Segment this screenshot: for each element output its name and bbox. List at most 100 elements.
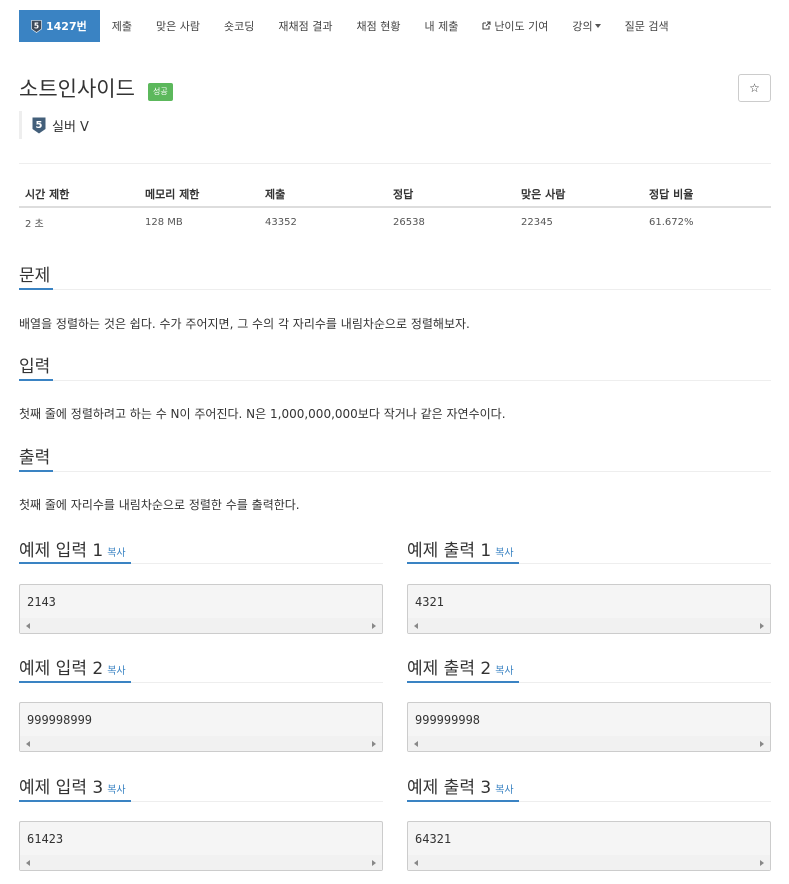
tab-difficulty-contribute[interactable]: 난이도 기여 <box>470 10 560 42</box>
problem-nav: 5 1427번 제출 맞은 사람 숏코딩 재채점 결과 채점 현황 내 제출 난… <box>19 10 681 42</box>
favorite-star-button[interactable]: ☆ <box>738 74 771 102</box>
problem-description: 배열을 정렬하는 것은 쉽다. 수가 주어지면, 그 수의 각 자리수를 내림차… <box>19 317 470 331</box>
header-divider <box>19 163 771 164</box>
output-section-underline <box>19 470 771 472</box>
input-section-underline <box>19 379 771 381</box>
copy-sample-input-1-button[interactable]: 복사 <box>107 548 125 559</box>
sample-output-1-underline <box>407 562 771 564</box>
tab-solved-users-label: 맞은 사람 <box>156 20 200 33</box>
tab-lecture-dropdown[interactable]: 강의 <box>560 10 612 42</box>
horizontal-scrollbar[interactable] <box>20 736 382 751</box>
sample-input-3-label: 예제 입력 3 <box>19 778 104 798</box>
tab-rejudge-results-label: 재채점 결과 <box>278 20 333 33</box>
scroll-left-icon[interactable] <box>26 741 30 747</box>
sample-output-3-title: 예제 출력 3 복사 <box>407 773 514 798</box>
horizontal-scrollbar[interactable] <box>20 855 382 870</box>
sample-input-3-box[interactable]: 61423 <box>19 821 383 871</box>
sample-output-3-code: 64321 <box>415 832 452 846</box>
copy-sample-input-3-button[interactable]: 복사 <box>107 785 125 796</box>
scroll-right-icon[interactable] <box>372 741 376 747</box>
problem-section-underline <box>19 288 771 290</box>
sample-output-2-box[interactable]: 999999998 <box>407 702 771 752</box>
tier-label: 실버 V <box>52 119 89 135</box>
sample-input-1-box[interactable]: 2143 <box>19 584 383 634</box>
sample-input-2-code: 999998999 <box>27 713 93 727</box>
tab-question-search-label: 질문 검색 <box>624 20 669 33</box>
tab-difficulty-contribute-label: 난이도 기여 <box>494 20 549 33</box>
header-memory-limit: 메모리 제한 <box>145 188 200 201</box>
scroll-right-icon[interactable] <box>372 623 376 629</box>
scroll-right-icon[interactable] <box>760 741 764 747</box>
silver-tier-icon: 5 <box>32 117 46 134</box>
tab-submit[interactable]: 제출 <box>100 10 144 42</box>
scroll-left-icon[interactable] <box>414 623 418 629</box>
scroll-left-icon[interactable] <box>414 860 418 866</box>
sample-output-3-label: 예제 출력 3 <box>407 778 492 798</box>
problem-info-table: 시간 제한 메모리 제한 제출 정답 맞은 사람 정답 비율 2 초 128 M… <box>19 182 771 236</box>
tab-my-submissions[interactable]: 내 제출 <box>412 10 470 42</box>
tab-short-coding-label: 숏코딩 <box>223 20 255 33</box>
header-solved-users: 맞은 사람 <box>521 188 566 201</box>
solved-users-value: 22345 <box>521 216 553 228</box>
star-icon: ☆ <box>749 81 760 95</box>
sample-output-1-box[interactable]: 4321 <box>407 584 771 634</box>
accept-ratio-value: 61.672% <box>649 216 694 228</box>
tab-problem-label: 1427번 <box>46 20 87 33</box>
sample-input-1-underline <box>19 562 383 564</box>
sample-output-2-underline <box>407 681 771 683</box>
horizontal-scrollbar[interactable] <box>20 618 382 633</box>
tab-rejudge-results[interactable]: 재채점 결과 <box>266 10 344 42</box>
scroll-right-icon[interactable] <box>760 860 764 866</box>
tab-question-search[interactable]: 질문 검색 <box>613 10 681 42</box>
sample-input-1-title: 예제 입력 1 복사 <box>19 536 126 561</box>
scroll-right-icon[interactable] <box>372 860 376 866</box>
copy-sample-output-2-button[interactable]: 복사 <box>495 666 513 677</box>
scroll-left-icon[interactable] <box>26 860 30 866</box>
header-submissions: 제출 <box>265 188 286 201</box>
sample-input-3-underline <box>19 800 383 802</box>
copy-sample-input-2-button[interactable]: 복사 <box>107 666 125 677</box>
horizontal-scrollbar[interactable] <box>408 618 770 633</box>
tab-problem[interactable]: 5 1427번 <box>19 10 100 42</box>
scroll-right-icon[interactable] <box>760 623 764 629</box>
accepted-value: 26538 <box>393 216 425 228</box>
copy-sample-output-1-button[interactable]: 복사 <box>495 548 513 559</box>
submissions-value: 43352 <box>265 216 297 228</box>
scroll-left-icon[interactable] <box>414 741 418 747</box>
tab-lecture-label: 강의 <box>572 20 593 33</box>
tab-status-label: 채점 현황 <box>356 20 401 33</box>
sample-input-3-title: 예제 입력 3 복사 <box>19 773 126 798</box>
header-accepted: 정답 <box>393 188 414 201</box>
scroll-left-icon[interactable] <box>26 623 30 629</box>
output-section-title: 출력 <box>19 448 51 468</box>
sample-output-1-code: 4321 <box>415 595 444 609</box>
external-link-icon <box>482 20 491 33</box>
sample-output-3-underline <box>407 800 771 802</box>
sample-input-2-underline <box>19 681 383 683</box>
input-description: 첫째 줄에 정렬하려고 하는 수 N이 주어진다. N은 1,000,000,0… <box>19 407 506 421</box>
tab-submit-label: 제출 <box>111 20 132 33</box>
sample-output-3-box[interactable]: 64321 <box>407 821 771 871</box>
table-row: 2 초 128 MB 43352 26538 22345 61.672% <box>19 208 771 236</box>
status-badge: 성공 <box>148 83 173 101</box>
sample-output-2-title: 예제 출력 2 복사 <box>407 654 514 679</box>
time-limit-value: 2 초 <box>25 218 44 230</box>
tab-solved-users[interactable]: 맞은 사람 <box>144 10 212 42</box>
horizontal-scrollbar[interactable] <box>408 855 770 870</box>
tab-short-coding[interactable]: 숏코딩 <box>212 10 266 42</box>
tab-my-submissions-label: 내 제출 <box>424 20 459 33</box>
sample-input-2-box[interactable]: 999998999 <box>19 702 383 752</box>
copy-sample-output-3-button[interactable]: 복사 <box>495 785 513 796</box>
input-section-title: 입력 <box>19 357 51 377</box>
svg-text:5: 5 <box>36 120 43 131</box>
tab-status[interactable]: 채점 현황 <box>344 10 412 42</box>
sample-output-2-code: 999999998 <box>415 713 481 727</box>
sample-input-2-title: 예제 입력 2 복사 <box>19 654 126 679</box>
problem-tier: 5 실버 V <box>19 111 89 139</box>
sample-input-3-code: 61423 <box>27 832 64 846</box>
page-title: 소트인사이드 <box>19 77 135 101</box>
horizontal-scrollbar[interactable] <box>408 736 770 751</box>
svg-text:5: 5 <box>34 21 39 30</box>
sample-output-1-label: 예제 출력 1 <box>407 541 492 561</box>
sample-output-1-title: 예제 출력 1 복사 <box>407 536 514 561</box>
